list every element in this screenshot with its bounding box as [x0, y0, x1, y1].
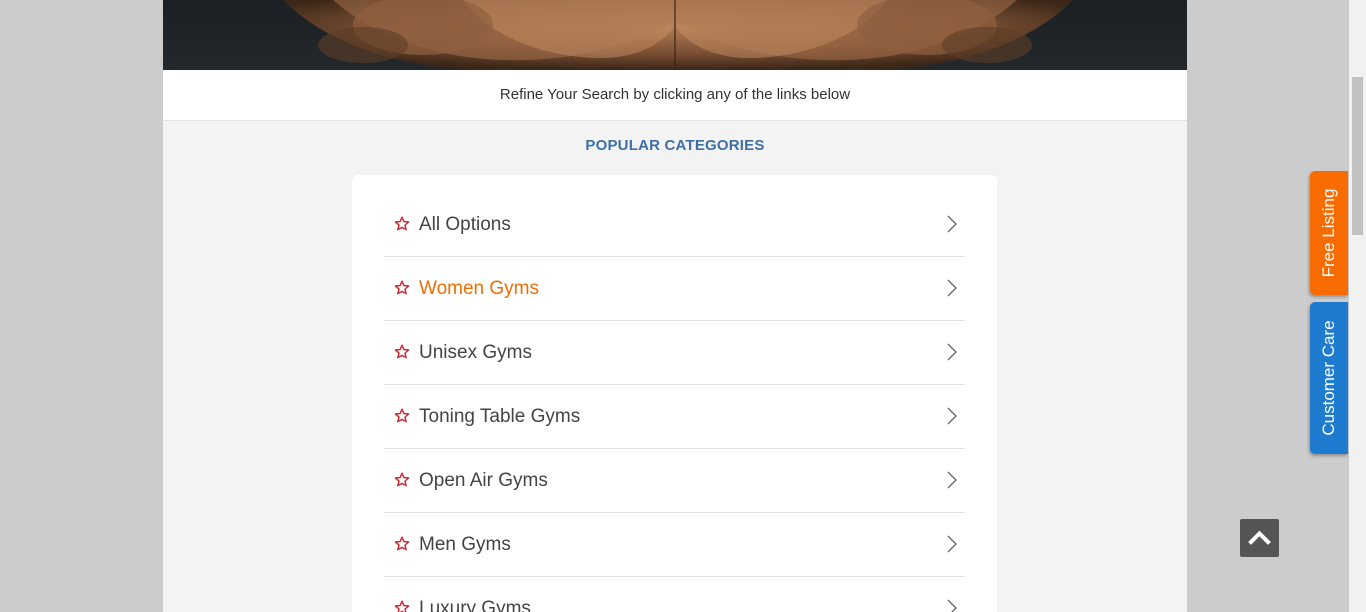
- star-outline-icon: [394, 280, 410, 295]
- hero-banner-image: [163, 0, 1187, 70]
- category-list: All Options Women Gyms Unisex Gyms Toning T…: [384, 193, 965, 612]
- star-outline-icon: [394, 600, 410, 612]
- category-label: Toning Table Gyms: [419, 406, 581, 427]
- customer-care-tab[interactable]: Customer Care: [1310, 302, 1348, 454]
- category-item[interactable]: Unisex Gyms: [384, 321, 965, 385]
- chevron-right-icon: [947, 599, 957, 612]
- section-title-popular-categories: POPULAR CATEGORIES: [585, 137, 765, 154]
- categories-card: All Options Women Gyms Unisex Gyms Toning T…: [352, 175, 997, 612]
- category-item[interactable]: Open Air Gyms: [384, 449, 965, 513]
- star-outline-icon: [394, 536, 410, 551]
- chevron-right-icon: [947, 343, 957, 361]
- refine-search-hint: Refine Your Search by clicking any of th…: [163, 70, 1187, 121]
- category-item[interactable]: Women Gyms: [384, 257, 965, 321]
- category-item[interactable]: Luxury Gyms: [384, 577, 965, 612]
- scroll-to-top-button[interactable]: [1240, 519, 1279, 557]
- free-listing-tab[interactable]: Free Listing: [1310, 171, 1348, 295]
- hero-muscle-photo: [283, 0, 1073, 70]
- chevron-right-icon: [947, 407, 957, 425]
- category-label: Men Gyms: [419, 534, 511, 555]
- category-label: Open Air Gyms: [419, 470, 548, 491]
- category-label: All Options: [419, 214, 511, 235]
- scrollbar-thumb[interactable]: [1352, 77, 1363, 235]
- chevron-right-icon: [947, 535, 957, 553]
- category-label: Women Gyms: [419, 278, 540, 299]
- free-listing-label: Free Listing: [1319, 188, 1338, 278]
- chevron-right-icon: [947, 279, 957, 297]
- chevron-right-icon: [947, 215, 957, 233]
- star-outline-icon: [394, 216, 410, 231]
- category-label: Luxury Gyms: [419, 598, 531, 612]
- page-scrollbar[interactable]: [1349, 0, 1366, 612]
- category-label: Unisex Gyms: [419, 342, 532, 363]
- category-item[interactable]: Men Gyms: [384, 513, 965, 577]
- page-container: Refine Your Search by clicking any of th…: [163, 0, 1187, 612]
- chevron-right-icon: [947, 471, 957, 489]
- customer-care-label: Customer Care: [1319, 320, 1338, 436]
- star-outline-icon: [394, 344, 410, 359]
- category-item[interactable]: All Options: [384, 193, 965, 257]
- category-item[interactable]: Toning Table Gyms: [384, 385, 965, 449]
- star-outline-icon: [394, 472, 410, 487]
- star-outline-icon: [394, 408, 410, 423]
- chevron-up-icon: [1248, 530, 1271, 545]
